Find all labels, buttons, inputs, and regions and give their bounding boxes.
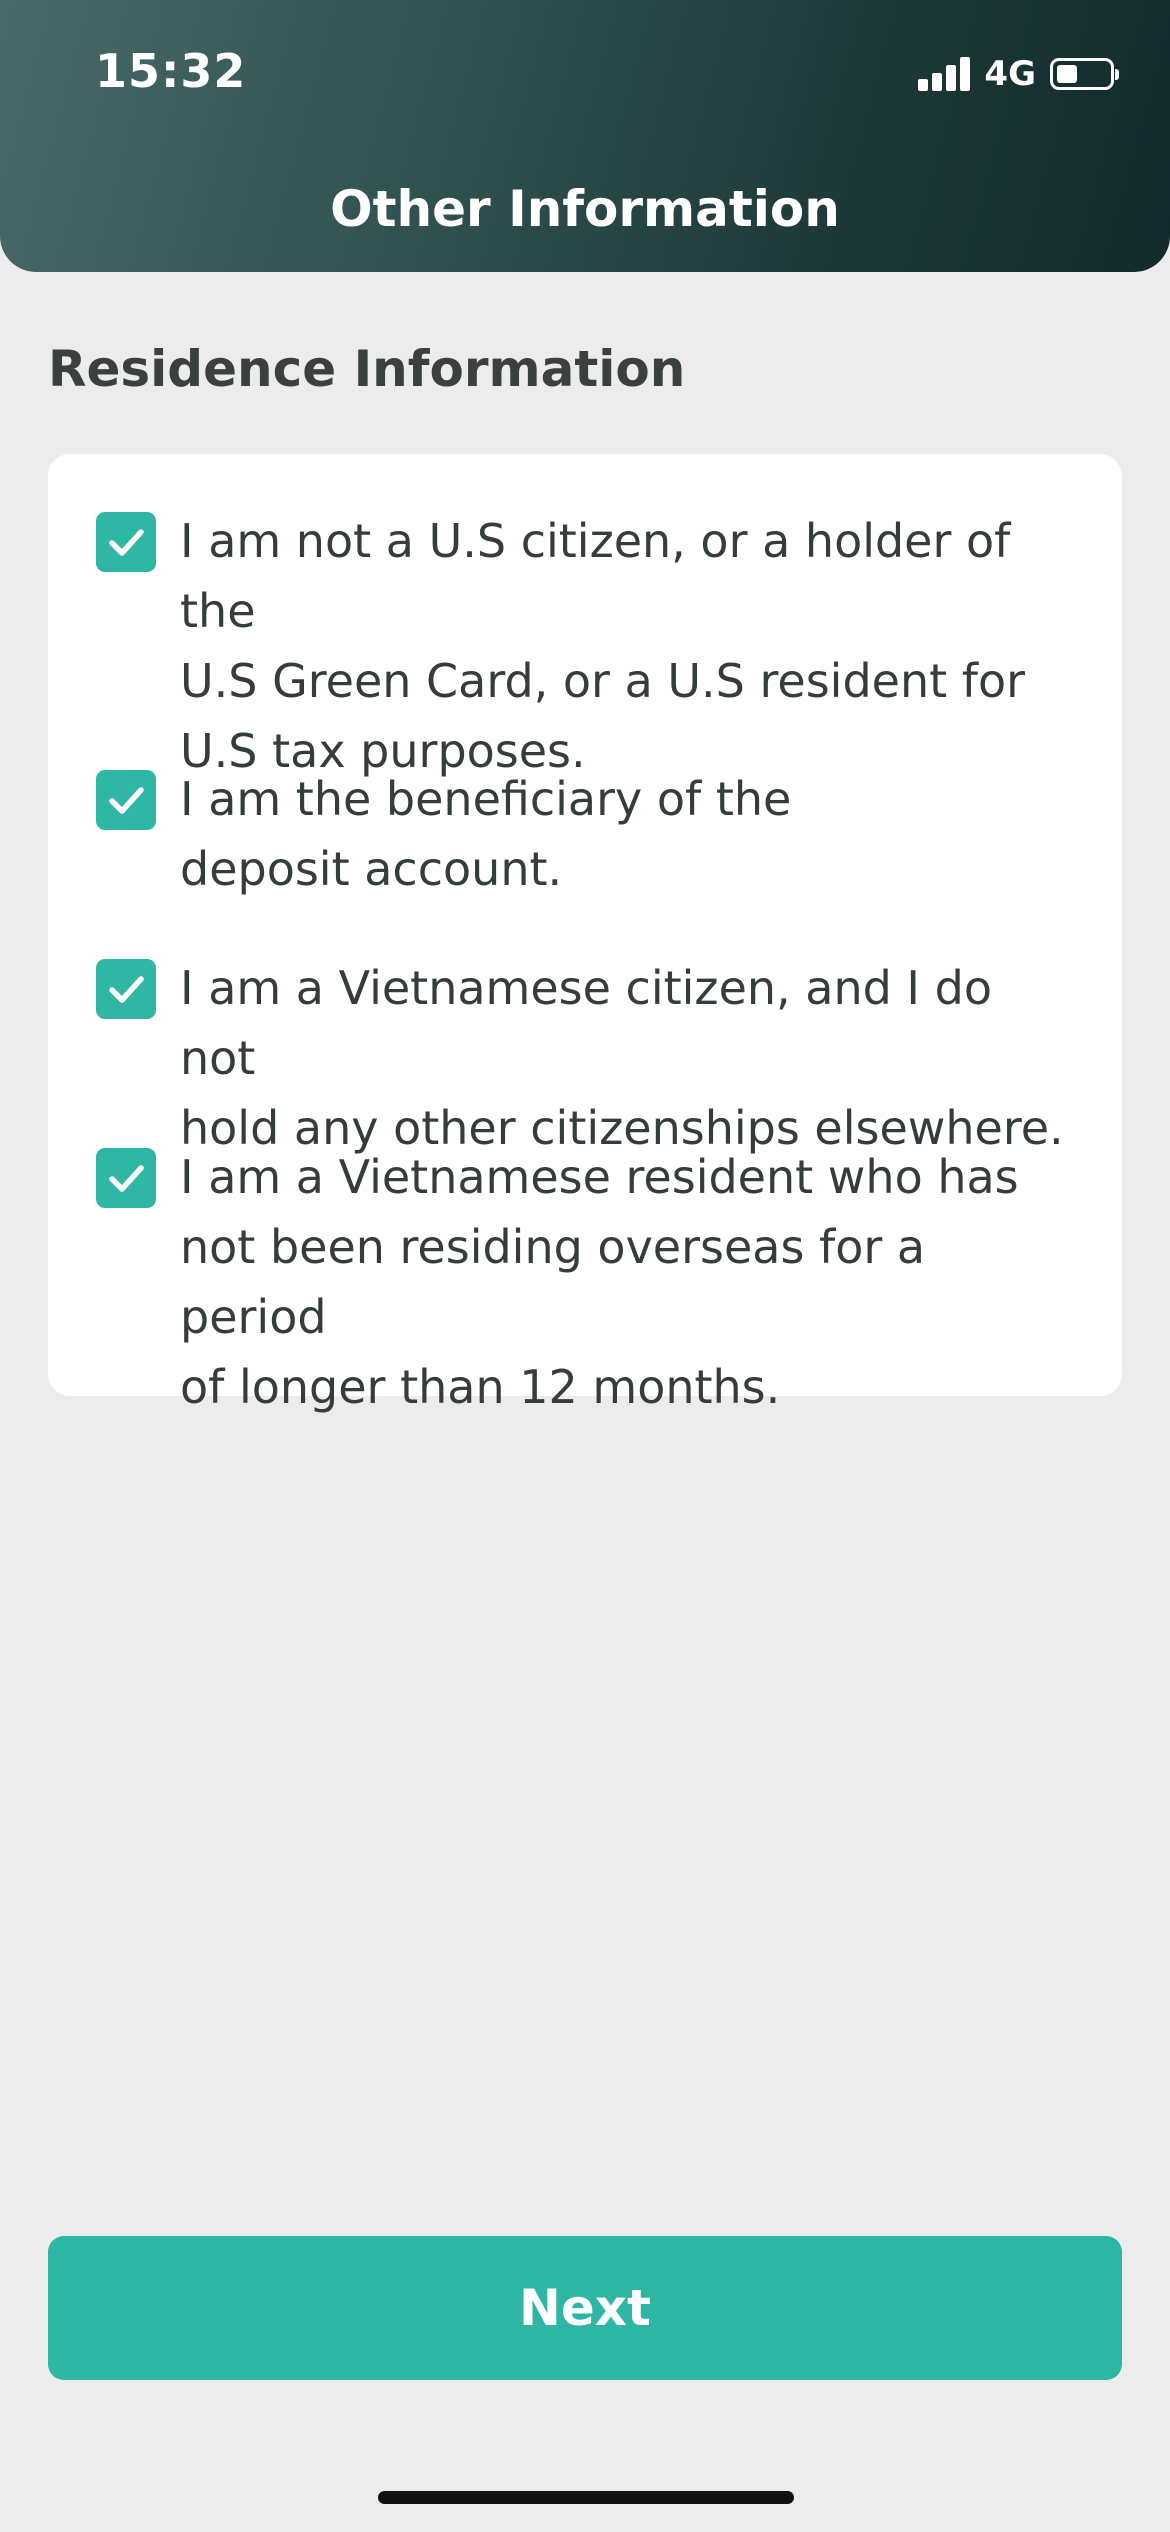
- checklist-item-label: I am the beneficiary of the deposit acco…: [180, 772, 792, 896]
- checklist-item-label: I am not a U.S citizen, or a holder of t…: [180, 514, 1026, 778]
- checklist-item-not-us-citizen[interactable]: I am not a U.S citizen, or a holder of t…: [96, 510, 1076, 786]
- status-bar-right: 4G: [918, 52, 1119, 96]
- status-time: 15:32: [95, 44, 247, 98]
- checklist-item-label: I am a Vietnamese citizen, and I do not …: [180, 961, 1064, 1155]
- home-indicator: [378, 2491, 794, 2504]
- signal-icon: [918, 57, 971, 91]
- checklist-item-vietnamese-resident[interactable]: I am a Vietnamese resident who has not b…: [96, 1146, 1076, 1422]
- checkbox-checked-icon[interactable]: [96, 1148, 156, 1208]
- checkbox-checked-icon[interactable]: [96, 959, 156, 1019]
- page-title: Other Information: [330, 180, 840, 238]
- checklist-item-beneficiary[interactable]: I am the beneficiary of the deposit acco…: [96, 768, 1076, 904]
- next-button[interactable]: Next: [48, 2236, 1122, 2380]
- network-label: 4G: [984, 54, 1036, 94]
- checkbox-checked-icon[interactable]: [96, 770, 156, 830]
- battery-icon: [1050, 58, 1119, 90]
- checklist-item-vietnamese-citizen[interactable]: I am a Vietnamese citizen, and I do not …: [96, 957, 1076, 1163]
- residence-checklist-card: I am not a U.S citizen, or a holder of t…: [48, 454, 1122, 1414]
- checklist-item-label: I am a Vietnamese resident who has not b…: [180, 1150, 1019, 1414]
- header: 15:32 4G Other Information: [0, 0, 1170, 272]
- checkbox-checked-icon[interactable]: [96, 512, 156, 572]
- section-title: Residence Information: [48, 340, 686, 398]
